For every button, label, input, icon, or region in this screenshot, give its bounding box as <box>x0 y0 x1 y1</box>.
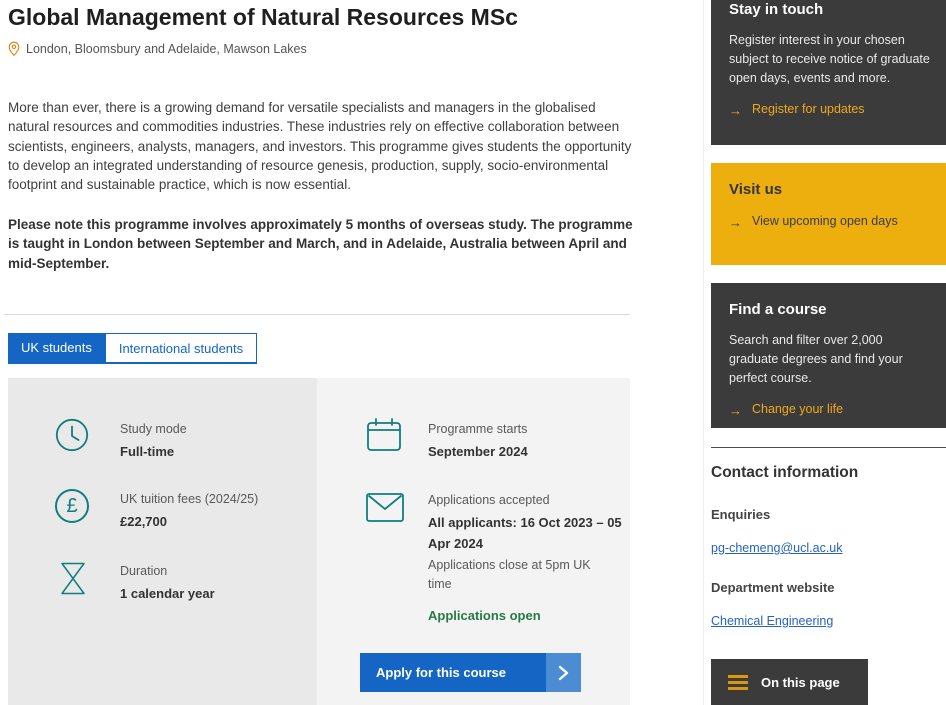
programme-starts-label: Programme starts <box>428 422 528 436</box>
hourglass-icon <box>58 560 88 602</box>
page-title: Global Management of Natural Resources M… <box>8 4 518 31</box>
change-your-life-link[interactable]: → Change your life <box>729 402 934 419</box>
sidebar-column-rule <box>703 0 704 705</box>
arrow-right-icon: → <box>729 402 742 419</box>
department-website-link[interactable]: Chemical Engineering <box>711 614 833 628</box>
visit-us-title: Visit us <box>729 181 934 198</box>
location-text: London, Bloomsbury and Adelaide, Mawson … <box>26 42 307 56</box>
register-for-updates-label: Register for updates <box>752 102 865 116</box>
key-information-panel: Study mode Full-time £ UK tuition fees (… <box>8 378 630 705</box>
apply-button[interactable]: Apply for this course <box>360 653 581 692</box>
find-a-course-title: Find a course <box>729 301 934 318</box>
fee-status-tabs: UK students International students <box>8 333 257 364</box>
content-divider <box>4 314 630 315</box>
envelope-icon <box>365 492 405 528</box>
applications-item: Applications accepted All applicants: 16… <box>428 493 633 623</box>
tuition-fees-value: £22,700 <box>120 511 258 532</box>
tab-uk-students[interactable]: UK students <box>8 333 105 362</box>
programme-starts-item: Programme starts September 2024 <box>428 422 528 462</box>
contact-information-title: Contact information <box>711 464 858 482</box>
enquiries-email-link[interactable]: pg-chemeng@ucl.ac.uk <box>711 541 843 555</box>
register-for-updates-link[interactable]: → Register for updates <box>729 102 934 119</box>
study-mode-value: Full-time <box>120 441 187 462</box>
applications-status: Applications open <box>428 608 633 623</box>
sidebar-divider <box>711 447 946 448</box>
stay-in-touch-box: Stay in touch Register interest in your … <box>711 0 946 145</box>
duration-item: Duration 1 calendar year <box>120 564 215 604</box>
programme-starts-value: September 2024 <box>428 441 528 462</box>
applications-close-note: Applications close at 5pm UK time <box>428 556 608 594</box>
pound-icon: £ <box>55 489 89 523</box>
chevron-right-icon <box>546 653 581 692</box>
arrow-right-icon: → <box>729 214 742 231</box>
on-this-page-button[interactable]: On this page <box>711 659 868 705</box>
stay-in-touch-body: Register interest in your chosen subject… <box>729 31 934 88</box>
study-mode-item: Study mode Full-time <box>120 422 187 462</box>
on-this-page-label: On this page <box>761 675 840 690</box>
applications-dates: All applicants: 16 Oct 2023 – 05 Apr 202… <box>428 512 628 554</box>
clock-icon <box>55 418 89 457</box>
apply-button-label: Apply for this course <box>360 653 546 692</box>
course-intro-paragraph: More than ever, there is a growing deman… <box>8 98 632 194</box>
arrow-right-icon: → <box>729 102 742 119</box>
tab-international-students[interactable]: International students <box>105 333 257 362</box>
department-website-label: Department website <box>711 580 835 595</box>
applications-label: Applications accepted <box>428 493 633 507</box>
visit-us-box: Visit us → View upcoming open days <box>711 163 946 265</box>
tuition-fees-item: UK tuition fees (2024/25) £22,700 <box>120 492 258 532</box>
find-a-course-body: Search and filter over 2,000 graduate de… <box>729 331 934 388</box>
menu-icon <box>728 675 748 690</box>
tuition-fees-label: UK tuition fees (2024/25) <box>120 492 258 506</box>
change-your-life-label: Change your life <box>752 402 843 416</box>
find-a-course-box: Find a course Search and filter over 2,0… <box>711 283 946 428</box>
enquiries-label: Enquiries <box>711 507 770 522</box>
study-mode-label: Study mode <box>120 422 187 436</box>
stay-in-touch-title: Stay in touch <box>729 1 934 18</box>
duration-value: 1 calendar year <box>120 583 215 604</box>
view-open-days-link[interactable]: → View upcoming open days <box>729 214 934 231</box>
duration-label: Duration <box>120 564 215 578</box>
pound-symbol: £ <box>66 495 77 518</box>
overseas-study-note: Please note this programme involves appr… <box>8 215 636 273</box>
location-pin-icon <box>8 41 20 57</box>
calendar-icon <box>365 416 403 458</box>
location-row: London, Bloomsbury and Adelaide, Mawson … <box>8 41 307 57</box>
view-open-days-label: View upcoming open days <box>752 214 898 228</box>
course-page: Global Management of Natural Resources M… <box>0 0 946 705</box>
